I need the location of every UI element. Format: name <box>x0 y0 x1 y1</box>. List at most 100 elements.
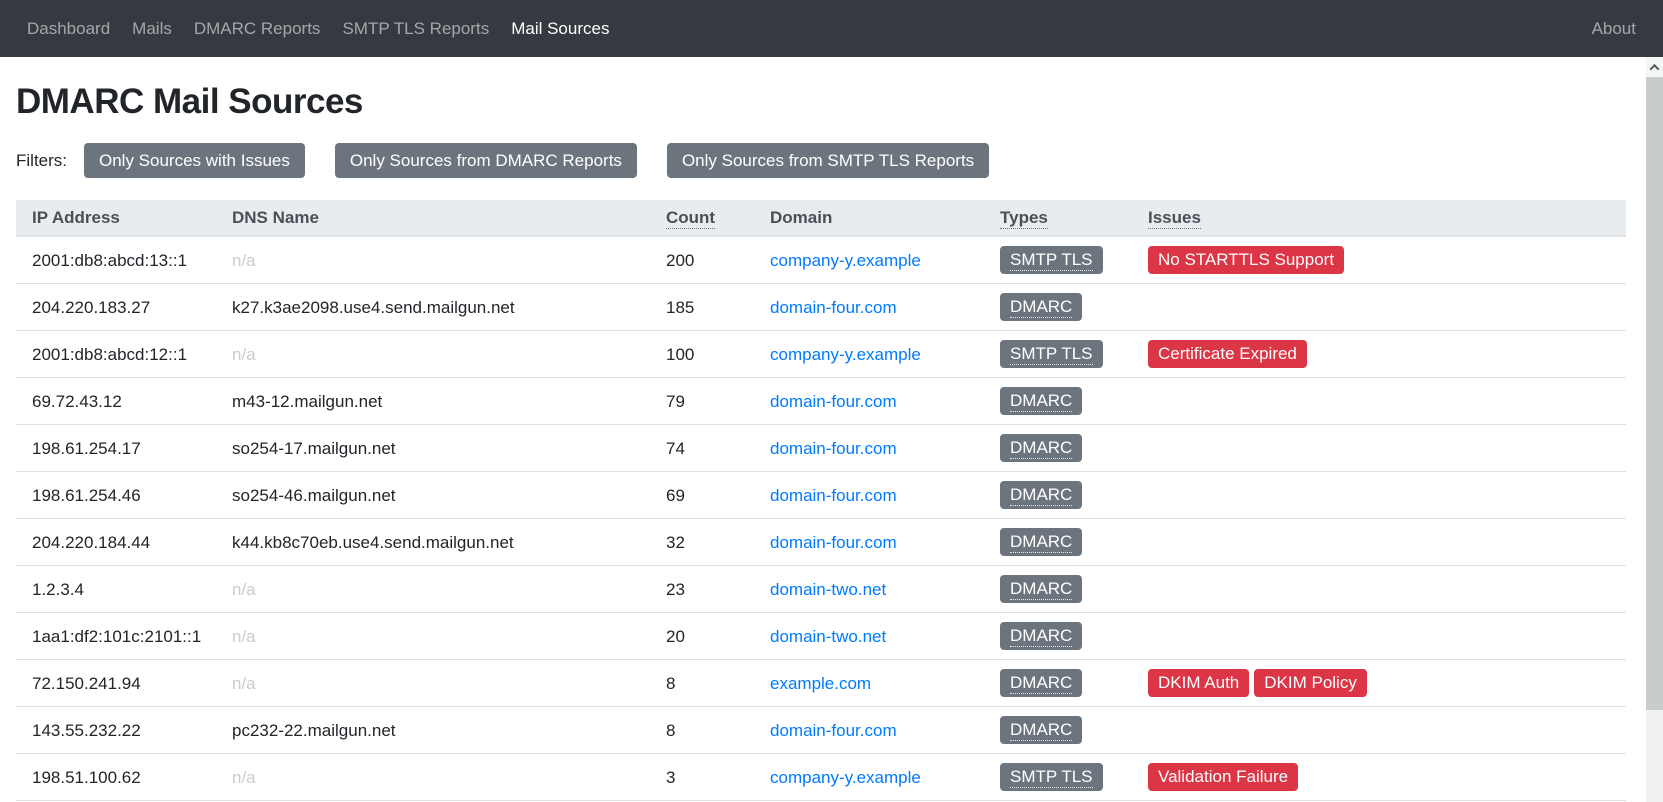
cell-domain: company-y.example <box>754 236 984 284</box>
cell-issues <box>1132 566 1626 613</box>
filters-label: Filters: <box>16 151 67 171</box>
cell-types: SMTP TLS <box>984 754 1132 801</box>
cell-types: DMARC <box>984 566 1132 613</box>
table-row: 2001:db8:abcd:12::1n/a100company-y.examp… <box>16 331 1626 378</box>
type-badge-label: SMTP TLS <box>1010 767 1093 788</box>
cell-types: SMTP TLS <box>984 236 1132 284</box>
domain-link[interactable]: domain-four.com <box>770 392 897 411</box>
cell-ip-address: 143.55.232.22 <box>16 707 216 754</box>
dns-na-value: n/a <box>232 580 256 599</box>
cell-count: 32 <box>650 519 754 566</box>
type-badge-label: DMARC <box>1010 626 1072 647</box>
cell-issues: Validation Failure <box>1132 754 1626 801</box>
cell-ip-address: 198.61.254.46 <box>16 472 216 519</box>
cell-dns-name: n/a <box>216 613 650 660</box>
cell-dns-name: n/a <box>216 331 650 378</box>
cell-count: 23 <box>650 566 754 613</box>
cell-dns-name: n/a <box>216 566 650 613</box>
domain-link[interactable]: example.com <box>770 674 871 693</box>
vertical-scrollbar[interactable] <box>1646 57 1663 802</box>
page-title: DMARC Mail Sources <box>16 81 1647 123</box>
cell-dns-name: so254-17.mailgun.net <box>216 425 650 472</box>
domain-link[interactable]: company-y.example <box>770 345 921 364</box>
type-badge-label: DMARC <box>1010 673 1072 694</box>
type-badge-label: DMARC <box>1010 579 1072 600</box>
cell-types: DMARC <box>984 519 1132 566</box>
domain-link[interactable]: domain-four.com <box>770 298 897 317</box>
type-badge-label: SMTP TLS <box>1010 344 1093 365</box>
issue-badge-dkim-auth: DKIM Auth <box>1148 669 1249 697</box>
domain-link[interactable]: domain-four.com <box>770 486 897 505</box>
domain-link[interactable]: domain-two.net <box>770 580 886 599</box>
main-content: DMARC Mail Sources Filters: Only Sources… <box>0 81 1663 802</box>
dns-na-value: n/a <box>232 674 256 693</box>
column-header-domain: Domain <box>754 200 984 236</box>
cell-ip-address: 1aa1:df2:101c:2101::1 <box>16 613 216 660</box>
domain-link[interactable]: domain-four.com <box>770 439 897 458</box>
filter-buttons: Only Sources with Issues Only Sources fro… <box>84 143 1019 178</box>
cell-issues <box>1132 519 1626 566</box>
filter-button-only-sources-from-dmarc-reports[interactable]: Only Sources from DMARC Reports <box>335 143 637 178</box>
cell-types: DMARC <box>984 284 1132 331</box>
column-header-label: Count <box>666 208 715 229</box>
filter-button-only-sources-from-smtp-tls-reports[interactable]: Only Sources from SMTP TLS Reports <box>667 143 989 178</box>
cell-ip-address: 198.51.100.62 <box>16 754 216 801</box>
table-row: 204.220.183.27k27.k3ae2098.use4.send.mai… <box>16 284 1626 331</box>
nav-item-about[interactable]: About <box>1581 11 1647 46</box>
cell-count: 3 <box>650 754 754 801</box>
table-row: 72.150.241.94 n/a 8 example.com DMARC DKIM Au… <box>16 660 1626 707</box>
cell-types: DMARC <box>984 425 1132 472</box>
cell-ip-address: 72.150.241.94 <box>16 660 216 707</box>
domain-link[interactable]: company-y.example <box>770 251 921 270</box>
cell-types: DMARC <box>984 707 1132 754</box>
column-header-issues: Issues <box>1132 200 1626 236</box>
cell-count: 20 <box>650 613 754 660</box>
table-row: 198.61.254.17so254-17.mailgun.net74domai… <box>16 425 1626 472</box>
type-badge-label: DMARC <box>1010 297 1072 318</box>
issue-badge-validation-failure: Validation Failure <box>1148 763 1298 791</box>
domain-link[interactable]: domain-four.com <box>770 721 897 740</box>
nav-item-dmarc-reports[interactable]: DMARC Reports <box>183 11 332 47</box>
domain-link[interactable]: domain-two.net <box>770 627 886 646</box>
type-badge-dmarc: DMARC <box>1000 434 1082 462</box>
cell-domain: domain-four.com <box>754 472 984 519</box>
column-header-label: Types <box>1000 208 1048 229</box>
domain-link[interactable]: domain-four.com <box>770 533 897 552</box>
cell-ip-address: 204.220.183.27 <box>16 284 216 331</box>
type-badge-label: SMTP TLS <box>1010 250 1093 271</box>
cell-count: 8 <box>650 660 754 707</box>
cell-ip-address: 2001:db8:abcd:13::1 <box>16 236 216 284</box>
nav-item-smtp-tls-reports[interactable]: SMTP TLS Reports <box>331 11 500 47</box>
scrollbar-up-button[interactable] <box>1646 57 1663 77</box>
table-row: 69.72.43.12m43-12.mailgun.net79domain-fo… <box>16 378 1626 425</box>
cell-issues <box>1132 707 1626 754</box>
cell-types: DMARC <box>984 472 1132 519</box>
type-badge-dmarc: DMARC <box>1000 622 1082 650</box>
scrollbar-thumb[interactable] <box>1646 77 1663 710</box>
nav-item-mails[interactable]: Mails <box>121 11 183 47</box>
cell-count: 74 <box>650 425 754 472</box>
domain-link[interactable]: company-y.example <box>770 768 921 787</box>
cell-domain: company-y.example <box>754 754 984 801</box>
cell-ip-address: 204.220.184.44 <box>16 519 216 566</box>
cell-dns-name: n/a <box>216 236 650 284</box>
filter-button-only-sources-with-issues[interactable]: Only Sources with Issues <box>84 143 305 178</box>
nav-item-mail-sources[interactable]: Mail Sources <box>500 11 620 47</box>
cell-domain: domain-four.com <box>754 425 984 472</box>
cell-domain: domain-four.com <box>754 707 984 754</box>
cell-issues: DKIM AuthDKIM Policy <box>1132 660 1626 707</box>
table-header-row: IP AddressDNS NameCountDomainTypesIssues <box>16 200 1626 236</box>
cell-ip-address: 1.2.3.4 <box>16 566 216 613</box>
table-header: IP AddressDNS NameCountDomainTypesIssues <box>16 200 1626 236</box>
cell-issues <box>1132 613 1626 660</box>
cell-types: DMARC <box>984 613 1132 660</box>
cell-dns-name: n/a <box>216 754 650 801</box>
nav-item-dashboard[interactable]: Dashboard <box>16 11 121 47</box>
type-badge-dmarc: DMARC <box>1000 387 1082 415</box>
cell-domain: example.com <box>754 660 984 707</box>
table-row: 2001:db8:abcd:13::1n/a200company-y.examp… <box>16 236 1626 284</box>
type-badge-label: DMARC <box>1010 720 1072 741</box>
column-header-label: Issues <box>1148 208 1201 229</box>
cell-issues: No STARTTLS Support <box>1132 236 1626 284</box>
cell-ip-address: 69.72.43.12 <box>16 378 216 425</box>
